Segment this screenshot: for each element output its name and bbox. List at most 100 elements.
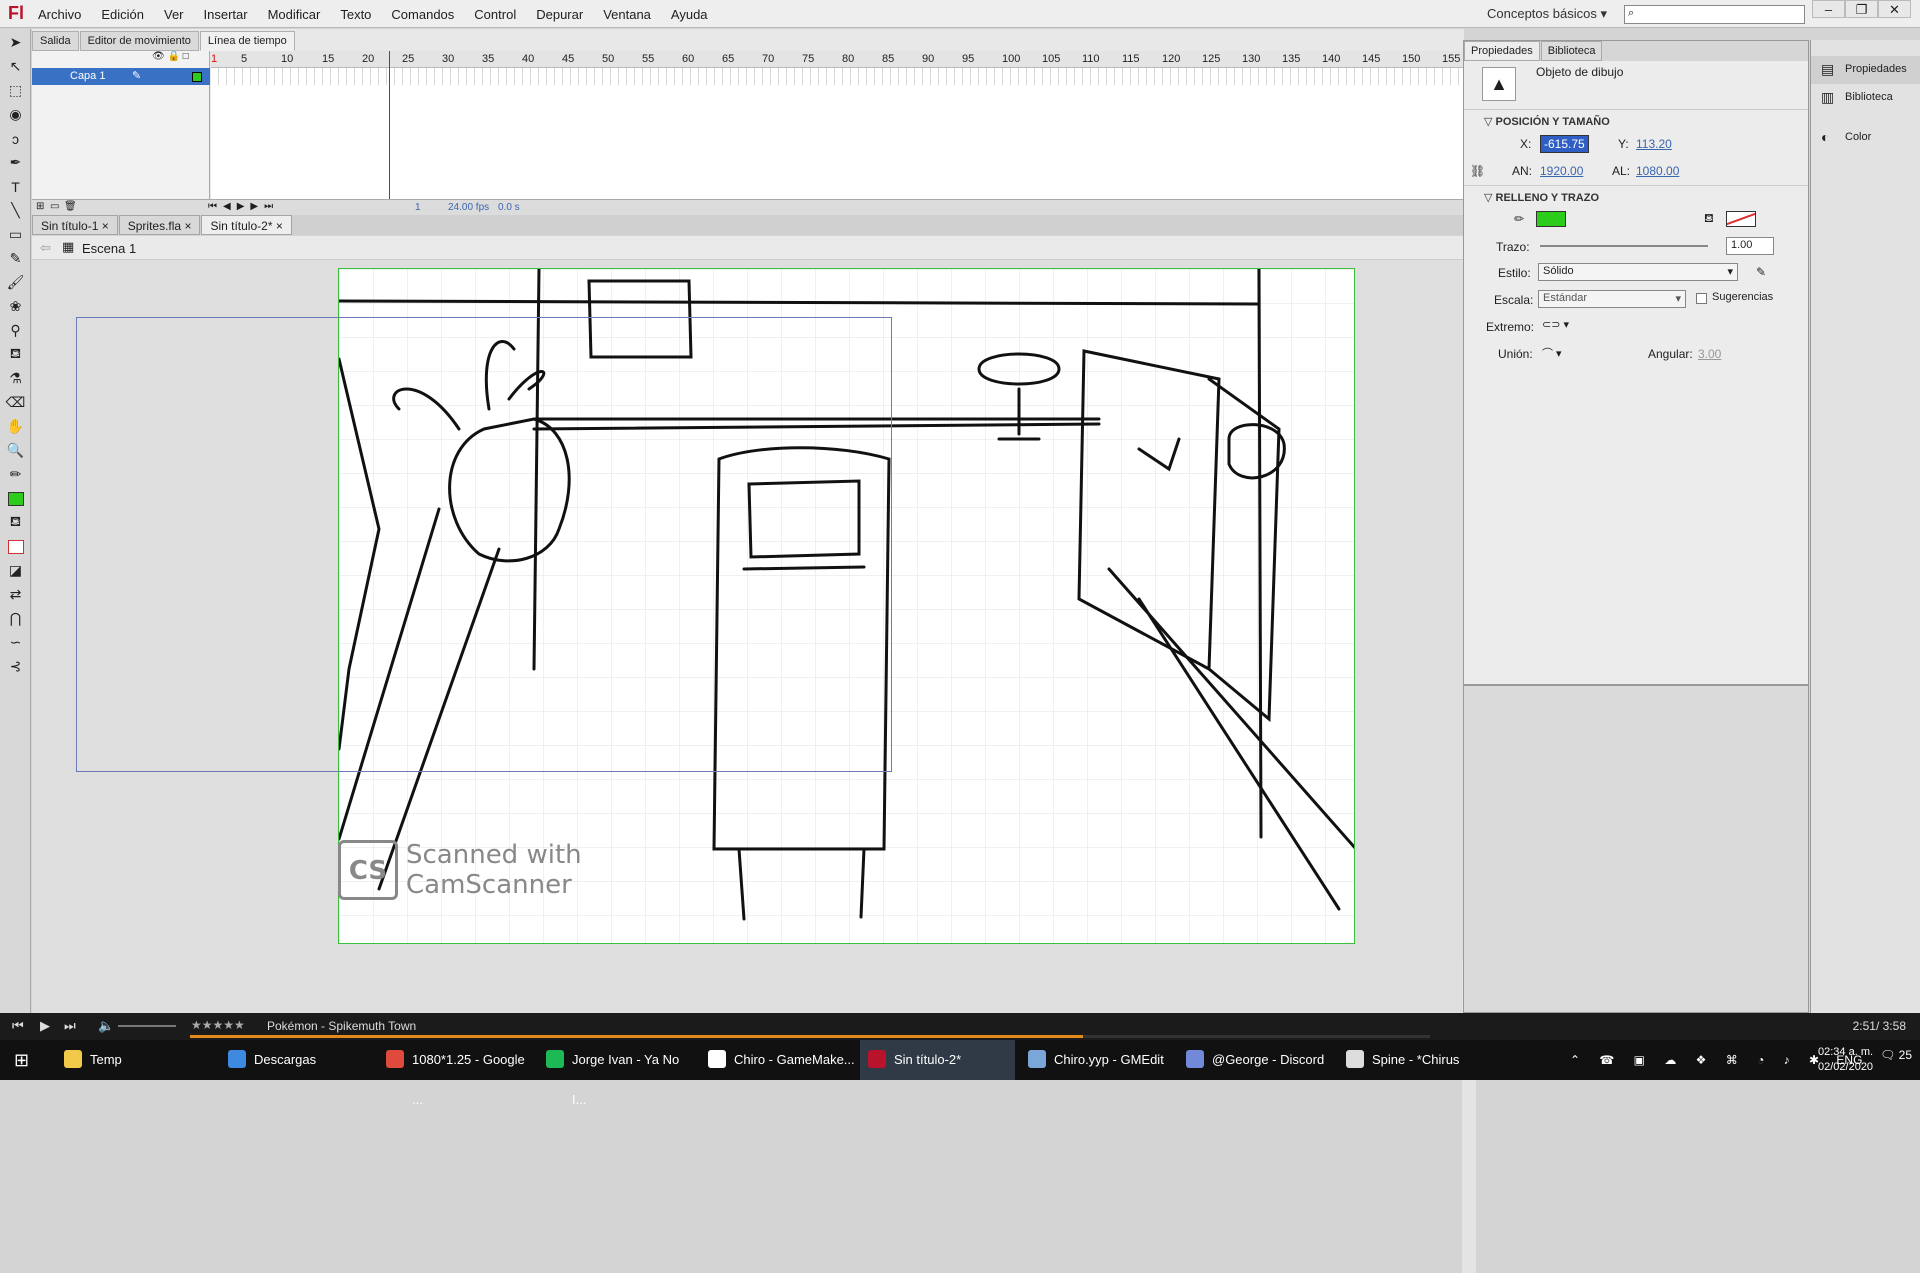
delete-layer-icon[interactable]: 🗑 [64, 201, 77, 212]
menu-control[interactable]: Control [474, 7, 516, 22]
deco-tool-icon[interactable]: ❀ [5, 296, 26, 317]
default-colors-icon[interactable]: ◪ [5, 560, 26, 581]
stroke-color-icon[interactable]: ✏ [5, 464, 26, 485]
menu-ventana[interactable]: Ventana [603, 7, 651, 22]
scene-label[interactable]: Escena 1 [82, 241, 136, 256]
snap-magnet-icon[interactable]: ⋂ [5, 608, 26, 629]
lock-ratio-icon[interactable]: ⛓ [1470, 164, 1485, 178]
playback-controls[interactable]: ⏮◀▶▶⏭ [208, 201, 279, 212]
section-fill-stroke[interactable]: ▽ RELLENO Y TRAZO [1464, 185, 1808, 207]
width-value[interactable]: 1920.00 [1540, 164, 1583, 178]
layer-row-capa-1[interactable]: Capa 1 ✎ [32, 68, 210, 85]
help-search-input[interactable]: ⌕ [1624, 5, 1805, 24]
hand-tool-icon[interactable]: ✋ [5, 416, 26, 437]
volume-slider[interactable] [118, 1025, 176, 1027]
song-progress[interactable] [190, 1035, 1430, 1038]
rectangle-tool-icon[interactable]: ▭ [5, 224, 26, 245]
dock-library[interactable]: ▥ Biblioteca [1811, 84, 1920, 112]
stroke-slider[interactable] [1540, 245, 1708, 247]
hints-checkbox[interactable] [1696, 293, 1707, 304]
menu-comandos[interactable]: Comandos [391, 7, 454, 22]
doc-tab-3[interactable]: Sin título-2* × [201, 215, 292, 235]
taskbar-item[interactable]: Descargas [220, 1040, 370, 1080]
cap-select[interactable]: ⊂⊃ ▾ [1542, 318, 1569, 331]
eyedropper-tool-icon[interactable]: ⚗ [5, 368, 26, 389]
section-position-size[interactable]: ▽ POSICIÓN Y TAMAÑO [1464, 109, 1808, 131]
taskbar-item[interactable]: Chiro.yyp - GMEdit [1020, 1040, 1175, 1080]
notification-center[interactable]: 🗨 25 [1880, 1048, 1912, 1062]
rating-stars[interactable]: ★★★★★ [191, 1018, 245, 1032]
doc-tab-1[interactable]: Sin título-1 × [32, 215, 118, 235]
play-icon[interactable]: ▶ [40, 1018, 50, 1034]
next-icon[interactable]: ⏭ [64, 1018, 76, 1034]
taskbar-item[interactable]: 1080*1.25 - Google ... [378, 1040, 533, 1107]
menu-archivo[interactable]: Archivo [38, 7, 81, 22]
height-value[interactable]: 1080.00 [1636, 164, 1679, 178]
back-arrow-icon[interactable]: ⇦ [40, 240, 51, 256]
no-color-swatch[interactable] [5, 536, 26, 557]
lasso-tool-icon[interactable]: ↄ [5, 128, 26, 149]
close-icon[interactable]: × [102, 219, 109, 233]
playhead[interactable] [389, 51, 390, 201]
new-layer-icon[interactable]: ⊞ [36, 201, 44, 212]
previous-icon[interactable]: ⏮ [12, 1018, 24, 1034]
clock[interactable]: 02:34 a. m. 02/02/2020 [1818, 1045, 1873, 1075]
swap-colors-icon[interactable]: ⇄ [5, 584, 26, 605]
smooth-icon[interactable]: ∽ [5, 632, 26, 653]
volume-icon[interactable]: 🔈 [98, 1018, 114, 1034]
tab-motion-editor[interactable]: Editor de movimiento [79, 31, 199, 51]
menu-depurar[interactable]: Depurar [536, 7, 583, 22]
fill-color-swatch[interactable] [1726, 211, 1756, 227]
bone-tool-icon[interactable]: ⚲ [5, 320, 26, 341]
zoom-tool-icon[interactable]: 🔍 [5, 440, 26, 461]
tab-salida[interactable]: Salida [32, 31, 79, 51]
pen-tool-icon[interactable]: ✒ [5, 152, 26, 173]
taskbar-item[interactable]: Sin título-2* [860, 1040, 1015, 1080]
dock-properties[interactable]: ▤ Propiedades [1811, 56, 1920, 84]
menu-edicion[interactable]: Edición [101, 7, 144, 22]
selection-tool-icon[interactable]: ➤ [5, 32, 26, 53]
menu-insertar[interactable]: Insertar [204, 7, 248, 22]
lock-icon[interactable]: 🔒 [167, 51, 179, 62]
tab-propiedades[interactable]: Propiedades [1464, 41, 1540, 61]
straighten-icon[interactable]: ⊰ [5, 656, 26, 677]
edit-stroke-icon[interactable]: ✎ [1756, 265, 1766, 279]
tab-biblioteca[interactable]: Biblioteca [1540, 41, 1603, 61]
fill-bucket-icon[interactable]: ⛾ [5, 512, 26, 533]
dock-color[interactable]: ◐ Color [1811, 124, 1920, 152]
menu-texto[interactable]: Texto [340, 7, 371, 22]
stroke-color-swatch[interactable] [1536, 211, 1566, 227]
paint-bucket-tool-icon[interactable]: ⛾ [5, 344, 26, 365]
join-select[interactable]: ⌒ ▾ [1542, 345, 1562, 361]
workspace-selector[interactable]: Conceptos básicos ▾ [1487, 6, 1607, 22]
close-icon[interactable]: × [276, 219, 283, 233]
angular-value[interactable]: 3.00 [1698, 347, 1721, 361]
outline-icon[interactable]: □ [183, 51, 189, 62]
minimize-button[interactable]: – [1812, 0, 1845, 18]
tray-icons[interactable]: ⌃ ☎ ▣ ☁ ❖ ⌘ ◔ ♪ ✱ [1570, 1053, 1827, 1067]
3d-rotation-tool-icon[interactable]: ◉ [5, 104, 26, 125]
taskbar-item[interactable]: Temp [56, 1040, 206, 1080]
selection-bounding-box[interactable] [76, 317, 892, 772]
frames-grid[interactable]: 1 5 10 15 20 25 30 35 40 45 50 55 60 65 70 75 80 85 90 95 10… [211, 51, 1466, 201]
taskbar-item[interactable]: @George - Discord [1178, 1040, 1333, 1080]
brush-tool-icon[interactable]: 🖌 [5, 272, 26, 293]
restore-button[interactable]: ❐ [1845, 0, 1878, 18]
style-select[interactable]: Sólido ▾ [1538, 263, 1738, 281]
new-folder-icon[interactable]: ▭ [50, 201, 59, 212]
subselection-tool-icon[interactable]: ↖ [5, 56, 26, 77]
y-value[interactable]: 113.20 [1636, 137, 1672, 151]
windows-start-icon[interactable]: ⊞ [14, 1050, 29, 1071]
taskbar-item[interactable]: Jorge Ivan - Ya No I... [538, 1040, 693, 1107]
close-icon[interactable]: × [184, 219, 191, 233]
stage-area[interactable]: CS Scanned with CamScanner [32, 260, 1476, 1273]
eye-icon[interactable]: 👁 [152, 51, 165, 62]
frame-row[interactable] [211, 68, 1466, 85]
text-tool-icon[interactable]: T [5, 176, 26, 197]
x-value[interactable]: -615.75 [1540, 135, 1589, 153]
free-transform-tool-icon[interactable]: ⬚ [5, 80, 26, 101]
menu-modificar[interactable]: Modificar [268, 7, 321, 22]
doc-tab-2[interactable]: Sprites.fla × [118, 215, 201, 235]
taskbar-item[interactable]: Spine - *Chirus [1338, 1040, 1488, 1080]
stroke-value[interactable]: 1.00 [1726, 237, 1774, 255]
